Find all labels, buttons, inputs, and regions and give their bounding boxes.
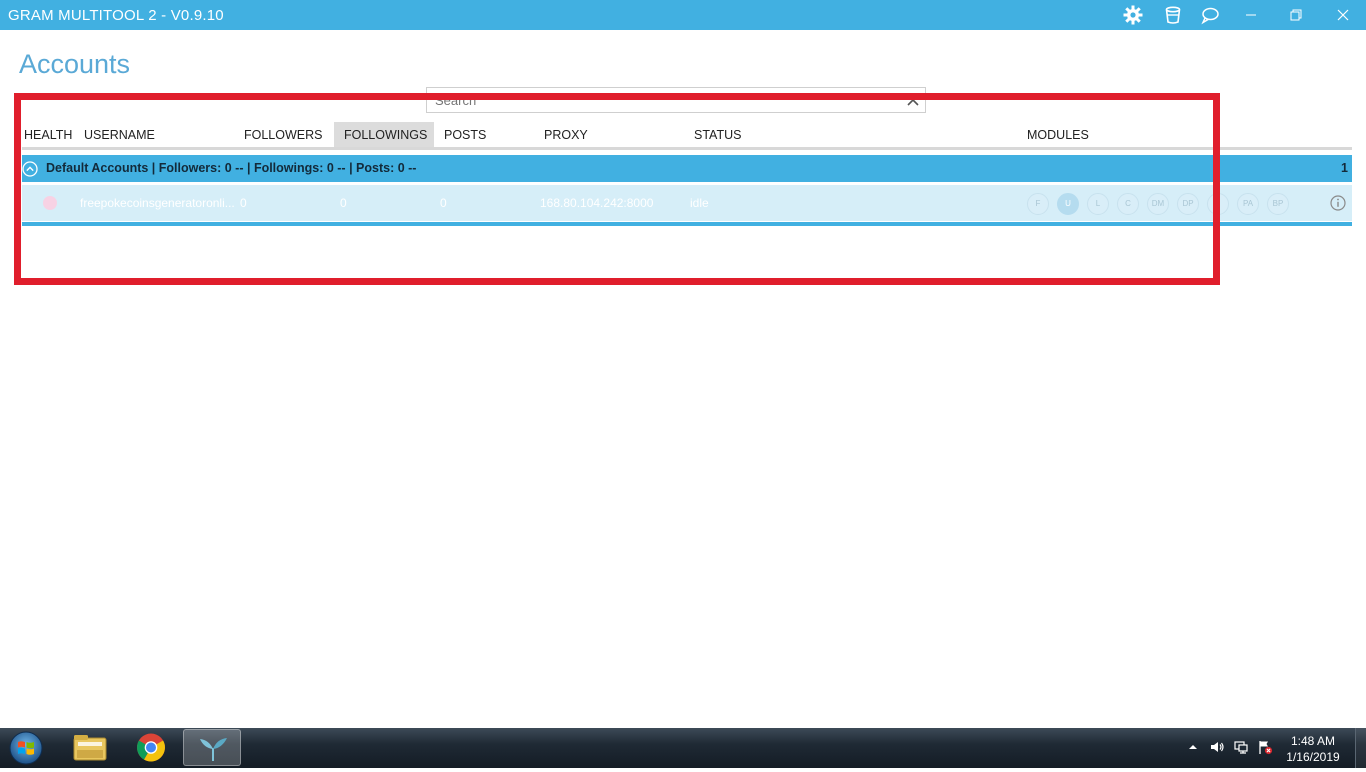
info-icon[interactable] [1330, 195, 1346, 211]
title-bar: GRAM MULTITOOL 2 - V0.9.10 [0, 0, 1366, 30]
network-icon[interactable] [1233, 739, 1249, 755]
clear-search-icon[interactable] [905, 92, 921, 108]
search-box[interactable] [426, 87, 926, 113]
column-header-followings[interactable]: FOLLOWINGS [334, 122, 434, 148]
module-blank-toggle[interactable] [1207, 193, 1229, 215]
header-divider [22, 147, 1352, 150]
restore-button[interactable] [1273, 0, 1319, 30]
followings-cell: 0 [340, 196, 347, 210]
tray-overflow-arrow-icon[interactable] [1185, 739, 1201, 755]
module-like-toggle[interactable]: L [1087, 193, 1109, 215]
minimize-button[interactable] [1228, 0, 1274, 30]
row-underline [22, 222, 1352, 226]
start-button[interactable] [6, 730, 46, 766]
module-bp-toggle[interactable]: BP [1267, 193, 1289, 215]
table-row[interactable]: freepokecoinsgeneratoronli... 0 0 0 168.… [22, 185, 1352, 221]
health-indicator [43, 196, 57, 210]
clock-date: 1/16/2019 [1286, 750, 1340, 764]
app-title: GRAM MULTITOOL 2 - V0.9.10 [8, 7, 224, 24]
close-button[interactable] [1320, 0, 1366, 30]
bucket-icon[interactable] [1163, 5, 1183, 25]
module-pa-toggle[interactable]: PA [1237, 193, 1259, 215]
clock-time: 1:48 AM [1290, 734, 1336, 748]
group-count: 1 [1341, 161, 1348, 175]
module-dp-toggle[interactable]: DP [1177, 193, 1199, 215]
chat-icon[interactable] [1200, 5, 1220, 25]
volume-icon[interactable] [1209, 739, 1225, 755]
taskbar-explorer[interactable] [61, 729, 119, 766]
show-desktop-button[interactable] [1355, 728, 1366, 768]
status-cell: idle [690, 196, 709, 210]
column-header-proxy[interactable]: PROXY [544, 122, 588, 148]
page-title: Accounts [19, 49, 131, 79]
column-header-followers[interactable]: FOLLOWERS [244, 122, 323, 148]
posts-cell: 0 [440, 196, 447, 210]
column-header-health[interactable]: HEALTH [24, 122, 72, 148]
collapse-chevron-icon[interactable] [22, 161, 38, 177]
taskbar-chrome[interactable] [122, 729, 180, 766]
taskbar-gram-multitool[interactable] [183, 729, 241, 766]
column-header-posts[interactable]: POSTS [444, 122, 486, 148]
column-header-username[interactable]: USERNAME [84, 122, 155, 148]
taskbar: 1:48 AM 1/16/2019 [0, 728, 1366, 768]
proxy-cell: 168.80.104.242:8000 [540, 196, 654, 210]
gear-icon[interactable] [1123, 5, 1143, 25]
module-comment-toggle[interactable]: C [1117, 193, 1139, 215]
module-dm-toggle[interactable]: DM [1147, 193, 1169, 215]
column-header-modules[interactable]: MODULES [1027, 122, 1089, 148]
group-summary: Default Accounts | Followers: 0 -- | Fol… [46, 161, 417, 175]
action-center-flag-icon[interactable] [1257, 739, 1273, 755]
module-follow-toggle[interactable]: F [1027, 193, 1049, 215]
search-input[interactable] [433, 90, 897, 110]
table-header: HEALTH USERNAME FOLLOWERS FOLLOWINGS POS… [22, 122, 1352, 148]
username-cell: freepokecoinsgeneratoronli... [80, 196, 235, 210]
account-group-row[interactable]: Default Accounts | Followers: 0 -- | Fol… [22, 155, 1352, 182]
module-unfollow-toggle[interactable]: U [1057, 193, 1079, 215]
column-header-status[interactable]: STATUS [694, 122, 741, 148]
system-clock[interactable]: 1:48 AM 1/16/2019 [1282, 733, 1344, 765]
followers-cell: 0 [240, 196, 247, 210]
